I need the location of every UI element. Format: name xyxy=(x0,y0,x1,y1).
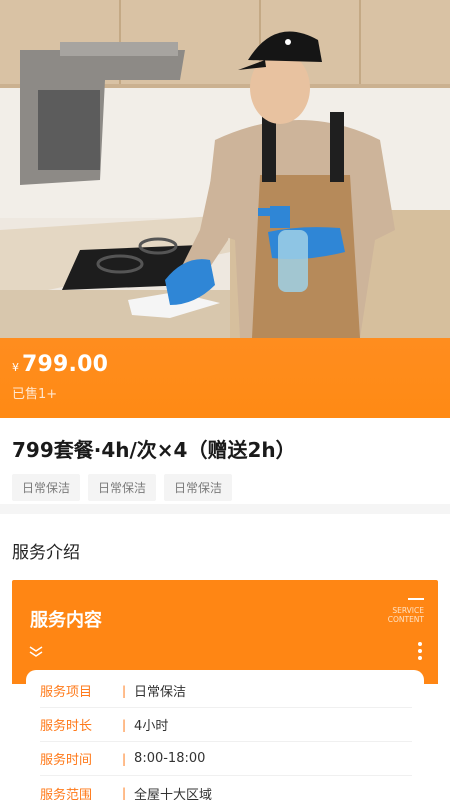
sold-count: 已售1+ xyxy=(12,387,58,402)
detail-row: 服务项目 | 日常保洁 xyxy=(40,674,412,708)
card-heading: 服务内容 xyxy=(30,610,102,631)
detail-row: 服务时间 | 8:00-18:00 xyxy=(40,742,412,776)
card-en-line1: SERVICE xyxy=(392,606,424,615)
detail-row: 服务范围 | 全屋十大区域 xyxy=(40,776,412,800)
service-detail-list: 服务项目 | 日常保洁 服务时长 | 4小时 服务时间 | 8:00-18:00… xyxy=(26,670,424,800)
detail-key: 服务时间 xyxy=(40,753,93,768)
card-en-label: SERVICE CONTENT xyxy=(388,598,424,624)
detail-key: 服务项目 xyxy=(40,685,93,700)
detail-key: 服务范围 xyxy=(40,787,93,800)
price: ¥ 799.00 xyxy=(12,352,438,377)
detail-separator: | xyxy=(122,717,127,732)
double-chevron-down-icon xyxy=(29,646,43,657)
detail-separator: | xyxy=(122,683,127,698)
product-info: 799套餐·4h/次×4（赠送2h） 日常保洁 日常保洁 日常保洁 xyxy=(0,418,450,504)
currency-symbol: ¥ xyxy=(12,361,19,374)
tag: 日常保洁 xyxy=(164,474,233,501)
tag: 日常保洁 xyxy=(12,474,81,501)
price-band: ¥ 799.00 已售1+ xyxy=(0,338,450,418)
card-en-line2: CONTENT xyxy=(387,615,424,624)
tag-list: 日常保洁 日常保洁 日常保洁 xyxy=(12,474,438,501)
product-title: 799套餐·4h/次×4（赠送2h） xyxy=(12,438,296,462)
section-header: 服务介绍 xyxy=(0,514,450,580)
hero-image xyxy=(0,0,450,338)
detail-row: 服务时长 | 4小时 xyxy=(40,708,412,742)
accent-bar xyxy=(408,598,424,600)
detail-value: 4小时 xyxy=(134,719,169,734)
detail-key: 服务时长 xyxy=(40,719,93,734)
section-title: 服务介绍 xyxy=(12,543,80,563)
detail-value: 8:00-18:00 xyxy=(134,751,206,766)
service-card-header: 服务内容 SERVICE CONTENT xyxy=(12,580,438,684)
detail-separator: | xyxy=(122,786,127,800)
dots-icon xyxy=(418,642,422,660)
detail-separator: | xyxy=(122,751,127,766)
service-card: 服务内容 SERVICE CONTENT 服务项目 | 日常保洁 服务时长 | … xyxy=(12,580,438,800)
price-value: 799.00 xyxy=(22,352,109,377)
tag: 日常保洁 xyxy=(88,474,157,501)
detail-value: 日常保洁 xyxy=(134,685,187,700)
detail-value: 全屋十大区域 xyxy=(134,787,213,800)
section-divider xyxy=(0,504,450,514)
